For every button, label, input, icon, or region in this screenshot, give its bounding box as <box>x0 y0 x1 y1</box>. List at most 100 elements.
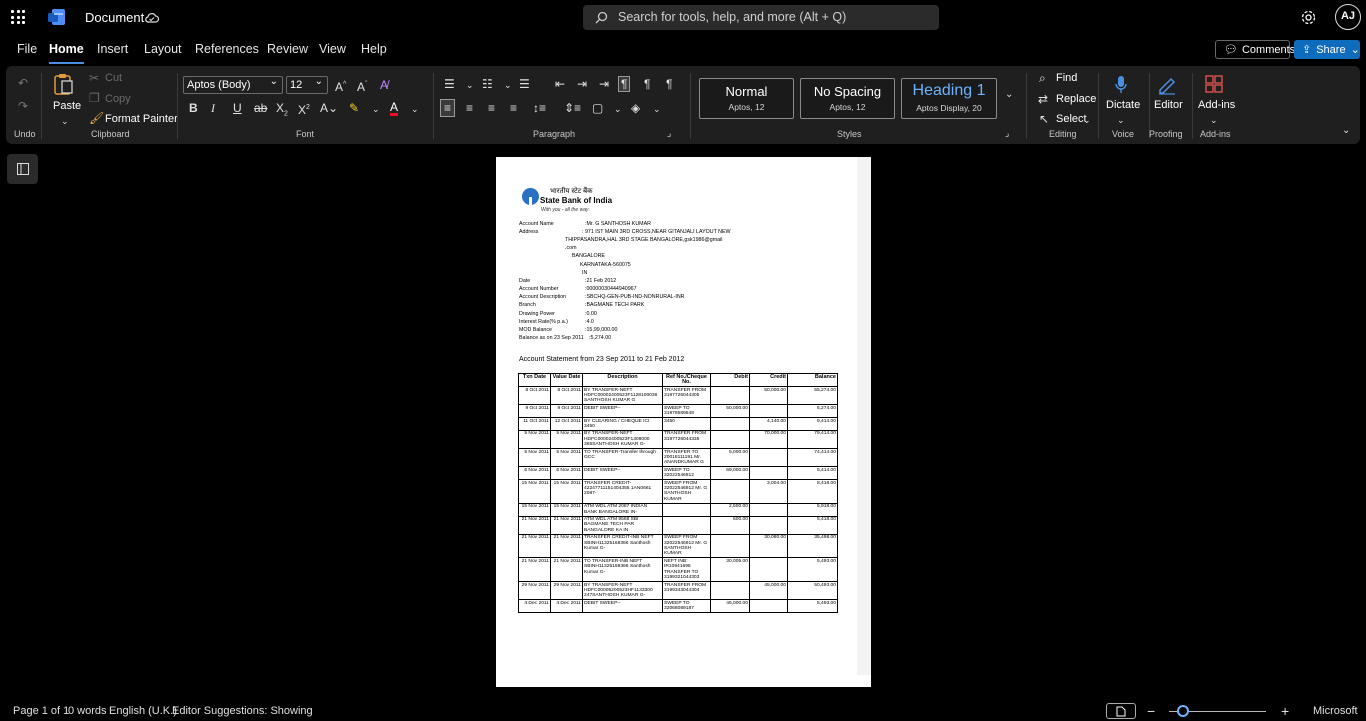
underline-icon[interactable]: U <box>233 101 242 115</box>
bullets-icon[interactable]: ☰ <box>444 77 455 91</box>
table-cell: 4,140.00 <box>749 417 788 431</box>
borders-chevron-icon[interactable]: ⌄ <box>614 102 622 116</box>
find-icon[interactable]: ⌕ <box>1039 71 1046 85</box>
table-row: 21 Nov 2011 21 Nov 2011 TRANSFER CREDIT-IN… <box>518 533 838 559</box>
ltr-icon[interactable]: ⇥ <box>599 77 609 91</box>
tab-view[interactable]: View <box>319 42 346 56</box>
dictate-chevron-icon[interactable]: ⌄ <box>1117 113 1125 127</box>
font-color-icon[interactable]: A <box>390 101 399 116</box>
align-left-icon[interactable]: ≡ <box>440 99 456 117</box>
tab-references[interactable]: References <box>195 42 259 56</box>
document-page[interactable]: भारतीय स्टेट बैंक State Bank of India Wi… <box>496 157 871 687</box>
replace-icon[interactable]: ⇄ <box>1038 92 1048 106</box>
tab-help[interactable]: Help <box>361 42 387 56</box>
zoom-in-button[interactable]: + <box>1281 703 1289 719</box>
paste-label[interactable]: Paste <box>53 100 81 112</box>
addins-label[interactable]: Add-ins <box>1198 99 1235 111</box>
style-normal[interactable]: Normal Aptos, 12 <box>699 78 794 119</box>
addins-icon[interactable] <box>1205 75 1223 93</box>
decrease-indent-icon[interactable]: ⇤ <box>555 77 565 91</box>
line-spacing-icon[interactable]: ↕≡ <box>533 101 546 115</box>
undo-icon[interactable]: ↶ <box>18 76 28 90</box>
zoom-slider-thumb[interactable] <box>1177 705 1189 717</box>
shading-icon[interactable]: ◈ <box>631 101 640 115</box>
font-size-select[interactable]: 12 <box>286 74 328 94</box>
search-box[interactable]: Search for tools, help, and more (Alt + … <box>583 5 939 30</box>
field-label: Account Number <box>519 286 559 292</box>
tab-layout[interactable]: Layout <box>144 42 182 56</box>
style-no-spacing[interactable]: No Spacing Aptos, 12 <box>800 78 895 119</box>
settings-gear-icon[interactable] <box>1300 9 1317 26</box>
highlight-chevron-icon[interactable]: ⌄ <box>372 102 380 116</box>
tab-home[interactable]: Home <box>49 42 84 64</box>
redo-icon[interactable]: ↷ <box>18 99 28 113</box>
user-avatar[interactable]: AJ <box>1335 4 1361 30</box>
field-value: :BAGMANE TECH PARK <box>585 302 645 308</box>
print-layout-button[interactable] <box>1106 703 1136 719</box>
paste-chevron-icon[interactable]: ⌄ <box>61 114 69 128</box>
multilevel-list-icon[interactable]: ☰ <box>519 77 530 91</box>
paragraph-launcher-icon[interactable]: ⌟ <box>667 126 671 140</box>
share-button[interactable]: ⇪ Share ⌄ <box>1294 40 1360 59</box>
replace-label[interactable]: Replace <box>1056 93 1096 105</box>
font-color-chevron-icon[interactable]: ⌄ <box>411 102 419 116</box>
grow-font-icon[interactable]: A^ <box>335 78 346 94</box>
tab-review[interactable]: Review <box>267 42 308 56</box>
align-right-icon[interactable]: ≡ <box>488 101 495 115</box>
subscript-icon[interactable]: X2 <box>276 101 288 121</box>
numbering-icon[interactable]: ☷ <box>482 77 493 91</box>
app-launcher-icon[interactable] <box>11 10 25 24</box>
bold-icon[interactable]: B <box>189 101 198 115</box>
select-chevron-icon[interactable]: ⌄ <box>1083 113 1091 127</box>
tab-file[interactable]: File <box>17 42 37 56</box>
select-label[interactable]: Select <box>1056 113 1087 125</box>
superscript-icon[interactable]: X2 <box>298 101 310 117</box>
table-cell: 69,000.00 <box>710 466 750 481</box>
styles-launcher-icon[interactable]: ⌟ <box>1005 126 1009 140</box>
comments-button[interactable]: 💬︎ Comments <box>1215 40 1295 59</box>
language-status[interactable]: English (U.K.) <box>109 705 177 717</box>
increase-indent-icon[interactable]: ⇥ <box>577 77 587 91</box>
shrink-font-icon[interactable]: Aˇ <box>357 78 367 94</box>
select-icon[interactable]: ↖ <box>1039 112 1049 126</box>
strikethrough-icon[interactable]: ab <box>254 101 267 115</box>
find-label[interactable]: Find <box>1056 72 1077 84</box>
microphone-icon[interactable] <box>1114 75 1128 95</box>
align-center-icon[interactable]: ≡ <box>466 101 473 115</box>
shading-chevron-icon[interactable]: ⌄ <box>653 102 661 116</box>
zoom-out-button[interactable]: − <box>1147 703 1155 719</box>
paragraph-spacing-icon[interactable]: ⇕≡ <box>564 101 581 115</box>
dictate-label[interactable]: Dictate <box>1106 99 1140 111</box>
font-family-select[interactable]: Aptos (Body) <box>183 74 283 94</box>
divider <box>690 73 691 139</box>
rtl-paragraph-icon[interactable]: ¶ <box>618 76 631 92</box>
bullets-chevron-icon[interactable]: ⌄ <box>466 78 474 92</box>
addins-chevron-icon[interactable]: ⌄ <box>1210 113 1218 127</box>
justify-icon[interactable]: ≡ <box>510 101 517 115</box>
word-count[interactable]: 0 words <box>68 705 107 717</box>
paragraph-group-label: Paragraph <box>533 129 576 139</box>
text-effects-icon[interactable]: A⌄ <box>320 101 338 115</box>
clear-formatting-icon[interactable]: A̸ <box>380 78 388 92</box>
rtl-icon[interactable]: ¶ <box>644 77 650 91</box>
italic-icon[interactable]: I <box>211 101 215 115</box>
style-heading-1[interactable]: Heading 1 Aptos Display, 20 <box>901 78 997 119</box>
document-title[interactable]: Document <box>85 10 144 25</box>
editor-label[interactable]: Editor <box>1154 99 1183 111</box>
editor-pen-icon[interactable] <box>1157 75 1177 95</box>
borders-icon[interactable]: ▢ <box>592 101 603 115</box>
styles-more-chevron-icon[interactable]: ⌄ <box>1005 88 1013 102</box>
show-marks-icon[interactable]: ¶ <box>666 77 672 91</box>
format-painter-icon[interactable]: 🖌︎ <box>89 111 104 125</box>
format-painter-label[interactable]: Format Painter <box>105 113 178 125</box>
numbering-chevron-icon[interactable]: ⌄ <box>504 78 512 92</box>
table-cell: 4 Dec 2011 <box>550 599 583 614</box>
table-cell <box>662 515 711 535</box>
highlight-icon[interactable]: ✎ <box>349 101 359 115</box>
paste-icon[interactable] <box>54 73 74 95</box>
navigation-pane-button[interactable] <box>7 154 38 184</box>
tab-insert[interactable]: Insert <box>97 42 128 56</box>
editor-suggestions-status[interactable]: Editor Suggestions: Showing <box>172 705 313 717</box>
ribbon-collapse-chevron-icon[interactable]: ⌄ <box>1342 124 1350 138</box>
page-count[interactable]: Page 1 of 1 <box>13 705 69 717</box>
